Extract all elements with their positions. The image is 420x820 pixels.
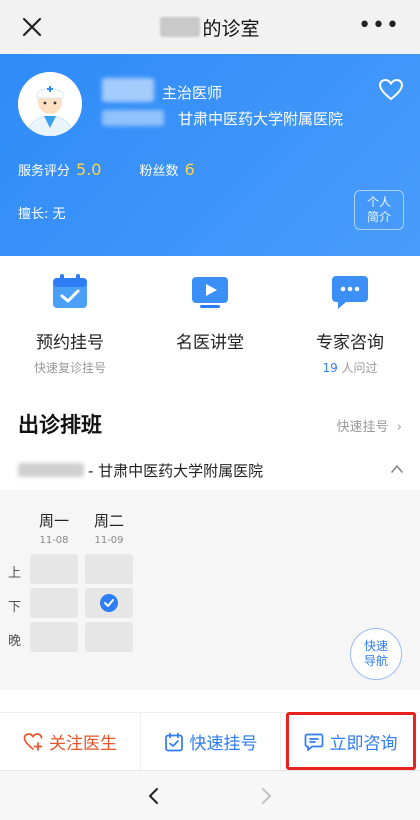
- doctor-hospital: 甘肃中医药大学附属医院: [178, 110, 344, 128]
- day-date: 11-09: [94, 535, 124, 546]
- calendar-check-icon: [53, 274, 87, 308]
- check-icon: [100, 594, 118, 612]
- blurred-department: [102, 110, 164, 126]
- page-title: 的诊室: [160, 14, 260, 41]
- doctor-avatar-icon: [18, 72, 82, 136]
- day-column-header: 周一 11-08: [29, 510, 79, 546]
- page-title-text: 的诊室: [202, 17, 260, 40]
- schedule-hospital-row[interactable]: - 甘肃中医药大学附属医院: [0, 452, 420, 488]
- row-label-morning: 上: [8, 566, 22, 581]
- schedule-cell: [30, 622, 78, 652]
- profile-intro-button[interactable]: 个人 简介: [354, 190, 404, 230]
- calendar-check-icon: [164, 732, 183, 751]
- day-label: 周二: [93, 512, 124, 530]
- fans-value: 6: [184, 160, 195, 179]
- follow-doctor-label: 关注医生: [49, 734, 117, 754]
- schedule-cell-available[interactable]: [85, 588, 133, 618]
- action-appointment[interactable]: 预约挂号 快速复诊挂号: [0, 256, 140, 384]
- quick-register-button[interactable]: 快速挂号: [140, 713, 280, 770]
- action-lectures[interactable]: 名医讲堂: [140, 256, 280, 384]
- quick-register-link[interactable]: 快速挂号 ›: [337, 416, 403, 435]
- doctor-title: 主治医师: [162, 84, 223, 102]
- heart-icon[interactable]: [378, 78, 404, 102]
- specialty-text: 擅长: 无: [18, 207, 66, 222]
- forward-arrow-icon[interactable]: [258, 787, 274, 805]
- fans-label: 粉丝数: [139, 164, 179, 179]
- day-column-header: 周二 11-09: [84, 510, 134, 546]
- quick-nav-line-1: 快速: [363, 639, 388, 653]
- follow-doctor-button[interactable]: 关注医生: [0, 713, 140, 770]
- schedule-hospital: - 甘肃中医药大学附属医院: [88, 461, 264, 480]
- chevron-up-icon[interactable]: [390, 462, 404, 476]
- action-label: 专家咨询: [316, 333, 384, 353]
- schedule-cell: [30, 588, 78, 618]
- top-nav-bar: 的诊室 •••: [0, 0, 420, 54]
- quick-nav-button[interactable]: 快速 导航: [350, 628, 402, 680]
- blurred-department: [18, 463, 84, 477]
- day-label: 周一: [38, 512, 69, 530]
- action-label: 名医讲堂: [176, 333, 244, 353]
- quick-actions: 预约挂号 快速复诊挂号 名医讲堂 专家咨询 19 人问过: [0, 256, 420, 384]
- intro-line-1: 个人: [366, 195, 391, 209]
- intro-line-2: 简介: [366, 210, 391, 224]
- action-sub: 快速复诊挂号: [33, 361, 106, 375]
- row-label-evening: 晚: [8, 634, 22, 649]
- blurred-doctor-name: [160, 17, 201, 37]
- schedule-header: 出诊排班 快速挂号 ›: [0, 396, 420, 452]
- heart-plus-icon: [23, 732, 43, 751]
- action-sub: 19 人问过: [280, 359, 420, 376]
- video-play-icon: [192, 277, 228, 308]
- chevron-right-icon: ›: [392, 420, 402, 435]
- schedule-cell: [85, 554, 133, 584]
- quick-nav-line-2: 导航: [363, 654, 388, 668]
- schedule-cell: [30, 554, 78, 584]
- close-icon[interactable]: [20, 15, 44, 39]
- more-menu-button[interactable]: •••: [358, 15, 400, 37]
- blurred-doctor-name: [102, 78, 154, 102]
- row-label-afternoon: 下: [8, 600, 22, 615]
- consult-count-suffix: 人问过: [337, 361, 378, 375]
- schedule-cell: [85, 622, 133, 652]
- rating-value: 5.0: [76, 160, 102, 179]
- browser-toolbar: [0, 770, 420, 820]
- schedule-title: 出诊排班: [18, 413, 102, 437]
- quick-register-label: 快速挂号: [189, 734, 258, 754]
- chat-bubble-icon: [332, 276, 368, 309]
- rating-label: 服务评分: [18, 164, 71, 179]
- doctor-avatar: [18, 72, 82, 136]
- doctor-profile-card: 主治医师 甘肃中医药大学附属医院 服务评分 5.0 粉丝数 6 擅长: 无 个人…: [0, 54, 420, 256]
- doctor-stats: 服务评分 5.0 粉丝数 6: [18, 160, 195, 179]
- day-date: 11-08: [39, 535, 69, 546]
- highlight-box: [286, 712, 416, 770]
- back-arrow-icon[interactable]: [146, 787, 162, 805]
- action-label: 预约挂号: [36, 333, 104, 353]
- action-consult[interactable]: 专家咨询 19 人问过: [280, 256, 420, 384]
- quick-register-link-text: 快速挂号: [336, 420, 389, 435]
- consult-count: 19: [322, 361, 338, 375]
